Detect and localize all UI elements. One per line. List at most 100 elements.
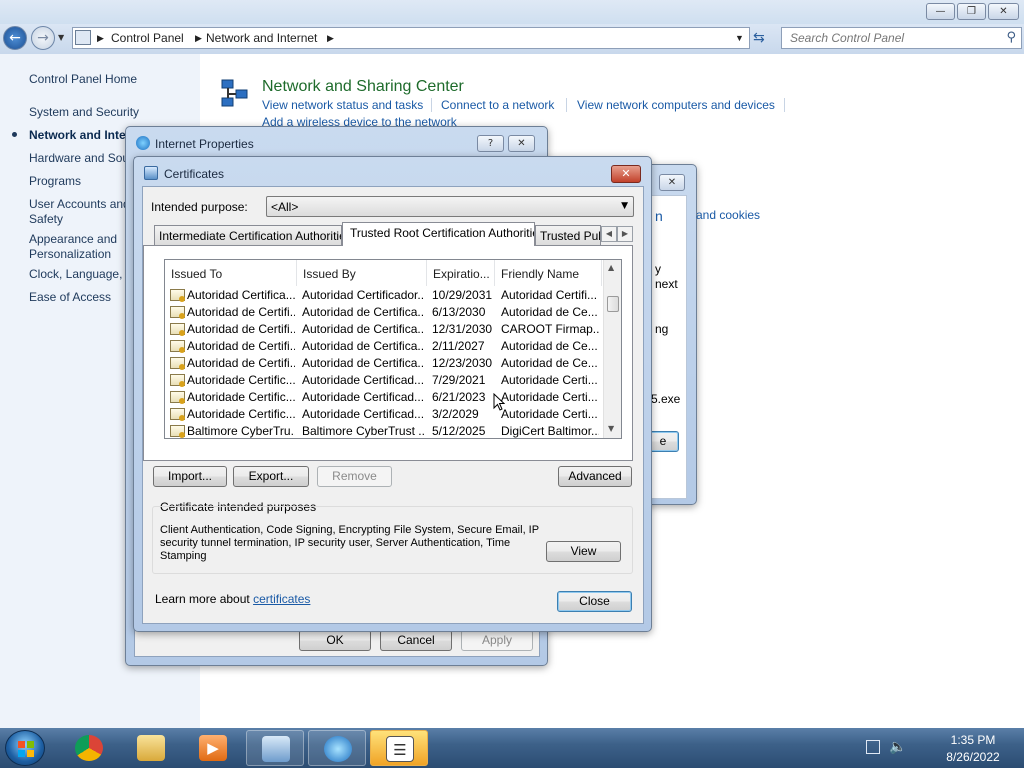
sidebar-item-system-security[interactable]: System and Security [29, 105, 139, 120]
minimize-button[interactable]: — [926, 3, 955, 20]
sidebar-item-clock-language[interactable]: Clock, Language, a [29, 267, 132, 282]
internet-properties-close-button[interactable]: ✕ [508, 135, 535, 152]
view-button[interactable]: View [546, 541, 621, 562]
chrome-icon [75, 735, 103, 761]
breadcrumb-network-internet[interactable]: Network and Internet [206, 31, 317, 45]
certificate-icon [170, 323, 185, 336]
sidebar-item-programs[interactable]: Programs [29, 174, 81, 189]
taskbar-certificates[interactable]: ☰ [370, 730, 428, 766]
cell-name: Autoridade Certi... [501, 407, 598, 421]
column-header-friendly-name[interactable]: Friendly Name [495, 260, 602, 286]
certificate-list[interactable]: Issued To Issued By Expiratio... Friendl… [164, 259, 622, 439]
breadcrumb-arrow-icon[interactable]: ▶ [327, 33, 334, 44]
sidebar-item-network-internet[interactable]: Network and Inte [29, 128, 126, 143]
table-row[interactable]: Autoridad de Certifi... Autoridad de Cert… [165, 304, 602, 321]
taskbar-control-panel[interactable] [246, 730, 304, 766]
tab-scroll-left-icon[interactable]: ◀ [601, 226, 617, 242]
import-button[interactable]: Import... [153, 466, 227, 487]
apply-button[interactable]: Apply [461, 630, 533, 651]
bg-fragment-2: y [655, 262, 661, 276]
cell-name: Autoridad de Ce... [501, 356, 598, 370]
close-window-button[interactable]: ✕ [988, 3, 1019, 20]
breadcrumb-arrow-icon: ▶ [195, 33, 202, 43]
certificate-icon [170, 425, 185, 438]
table-row[interactable]: Autoridad de Certifi... Autoridad de Cert… [165, 338, 602, 355]
tray-date[interactable]: 8/26/2022 [930, 750, 1016, 764]
volume-tray-icon[interactable]: 🔈 [889, 738, 906, 755]
taskbar-chrome[interactable] [60, 730, 118, 766]
internet-properties-help-button[interactable]: ? [477, 135, 504, 152]
cancel-button[interactable]: Cancel [380, 630, 452, 651]
network-tray-icon[interactable] [866, 740, 880, 754]
bg-fragment-3: next [655, 277, 678, 291]
sidebar-item-appearance-line2[interactable]: Personalization [29, 247, 111, 262]
export-button[interactable]: Export... [233, 466, 309, 487]
close-button[interactable]: Close [557, 591, 632, 612]
intended-purpose-value: <All> [271, 200, 299, 214]
table-row[interactable]: Autoridad de Certifi... Autoridad de Cert… [165, 355, 602, 372]
address-bar[interactable]: ▶ Control Panel ▶ Network and Internet ▶… [72, 27, 750, 49]
taskbar-internet-options[interactable] [308, 730, 366, 766]
cell-exp: 6/21/2023 [432, 390, 486, 404]
section-title[interactable]: Network and Sharing Center [262, 78, 464, 96]
tab-trusted-publishers[interactable]: Trusted Publ [535, 225, 601, 245]
sidebar-item-user-accounts[interactable]: User Accounts and [29, 197, 130, 212]
bg-fragment-cookies[interactable]: and cookies [696, 208, 760, 222]
connect-to-network-link[interactable]: Connect to a network [441, 98, 554, 112]
scroll-up-icon[interactable]: ▲ [608, 263, 614, 272]
certificate-icon [170, 340, 185, 353]
ok-button[interactable]: OK [299, 630, 371, 651]
link-separator [566, 98, 567, 112]
control-panel-icon [75, 30, 91, 45]
search-input[interactable]: Search Control Panel ⚲ [781, 27, 1022, 49]
remove-button[interactable]: Remove [317, 466, 392, 487]
maximize-button[interactable]: ❐ [957, 3, 986, 20]
cell-by: Autoridad Certificador... [302, 288, 424, 302]
sidebar-item-appearance[interactable]: Appearance and [29, 232, 117, 247]
view-network-status-link[interactable]: View network status and tasks [262, 98, 423, 112]
list-scrollbar[interactable]: ▲ ▼ [603, 260, 621, 438]
refresh-icon[interactable]: ⇆ [753, 30, 765, 46]
scroll-down-icon[interactable]: ▼ [608, 424, 614, 433]
taskbar: ▶ ☰ 🔈 1:35 PM 8/26/2022 [0, 728, 1024, 768]
intended-purpose-label: Intended purpose: [151, 200, 248, 214]
sidebar-item-user-accounts-line2[interactable]: Safety [29, 212, 63, 227]
taskbar-explorer[interactable] [122, 730, 180, 766]
table-row[interactable]: Autoridade Certific... Autoridade Certifi… [165, 406, 602, 423]
table-row[interactable]: Autoridad Certifica... Autoridad Certific… [165, 287, 602, 304]
tab-scroll-right-icon[interactable]: ▶ [617, 226, 633, 242]
breadcrumb-control-panel[interactable]: Control Panel [111, 31, 184, 45]
cell-name: Autoridad de Ce... [501, 339, 598, 353]
tab-trusted-root-authorities[interactable]: Trusted Root Certification Authorities [342, 222, 535, 246]
recent-pages-dropdown-icon[interactable]: ▼ [58, 33, 64, 42]
column-header-issued-to[interactable]: Issued To [165, 260, 297, 286]
table-row[interactable]: Baltimore CyberTru... Baltimore CyberTrus… [165, 423, 602, 440]
cell-by: Autoridade Certificad... [302, 373, 424, 387]
intended-purpose-select[interactable]: <All> ▼ [266, 196, 634, 217]
address-dropdown-icon[interactable]: ▼ [735, 33, 744, 43]
column-header-expiration[interactable]: Expiratio... [427, 260, 495, 286]
certificates-help-link[interactable]: certificates [253, 592, 310, 606]
sidebar-item-home[interactable]: Control Panel Home [29, 72, 137, 87]
certificate-icon [170, 374, 185, 387]
internet-properties-globe-icon [136, 136, 150, 150]
table-row[interactable]: Autoridade Certific... Autoridade Certifi… [165, 389, 602, 406]
start-button[interactable] [5, 730, 45, 766]
taskbar-media-player[interactable]: ▶ [184, 730, 242, 766]
view-network-computers-link[interactable]: View network computers and devices [577, 98, 775, 112]
sidebar-item-hardware[interactable]: Hardware and Sou [29, 151, 129, 166]
sidebar-item-ease-of-access[interactable]: Ease of Access [29, 290, 111, 305]
search-icon[interactable]: ⚲ [1006, 30, 1016, 45]
back-button[interactable]: ← [3, 26, 27, 50]
tab-intermediate-authorities[interactable]: Intermediate Certification Authorities [154, 225, 342, 245]
cell-name: Autoridade Certi... [501, 373, 598, 387]
forward-button[interactable]: → [31, 26, 55, 50]
table-row[interactable]: Autoridade Certific... Autoridade Certifi… [165, 372, 602, 389]
table-row[interactable]: Autoridad de Certifi... Autoridad de Cert… [165, 321, 602, 338]
background-dialog-close-icon[interactable]: ✕ [659, 174, 685, 191]
column-header-issued-by[interactable]: Issued By [297, 260, 427, 286]
certificates-close-icon[interactable]: ✕ [611, 165, 641, 183]
scroll-thumb[interactable] [607, 296, 619, 312]
tray-time[interactable]: 1:35 PM [930, 733, 1016, 747]
advanced-button[interactable]: Advanced [558, 466, 632, 487]
